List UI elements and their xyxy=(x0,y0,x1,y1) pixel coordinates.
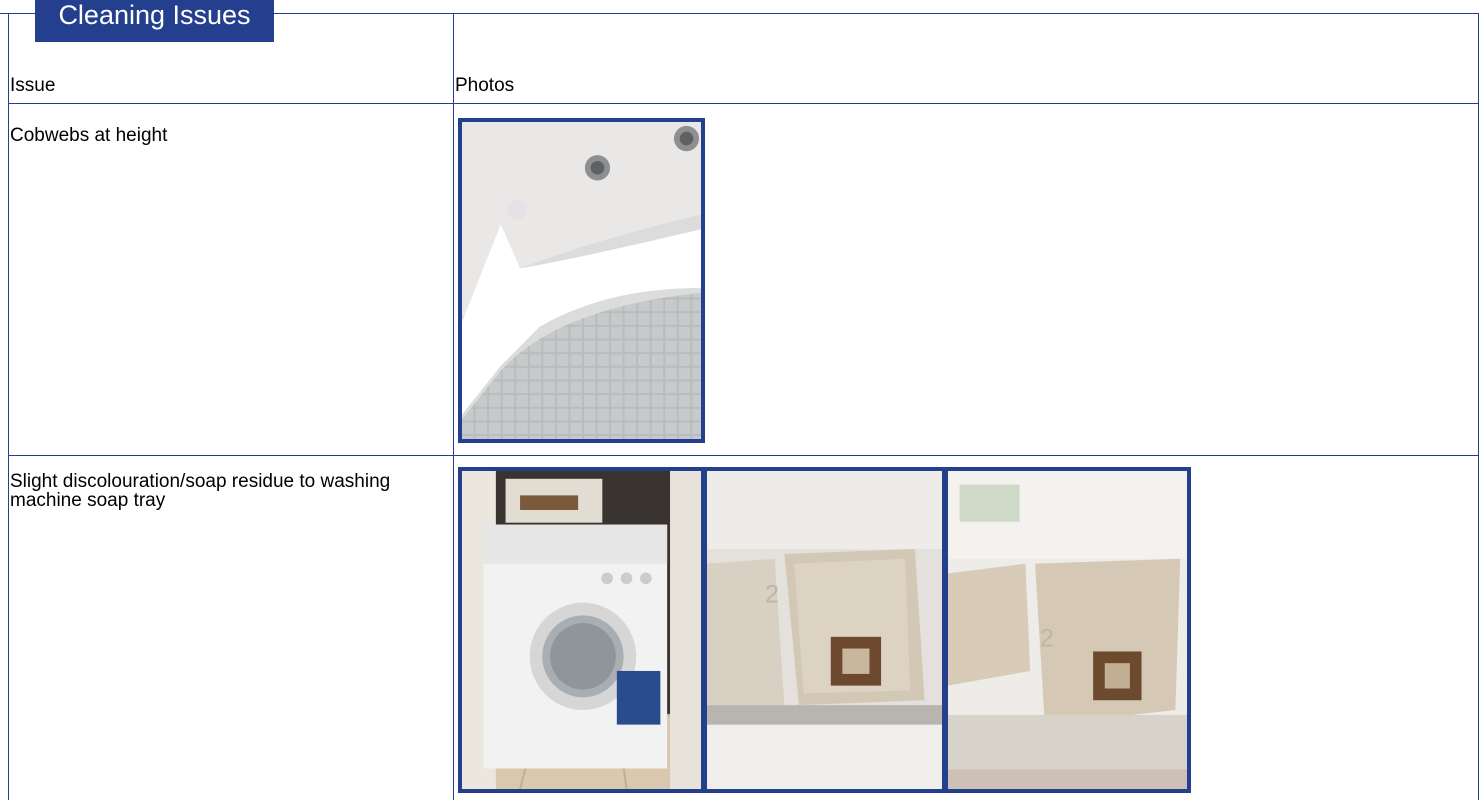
photo-image: 2 xyxy=(707,471,942,789)
soap-tray-closeup-photo[interactable]: 2 xyxy=(944,467,1191,793)
table-top-border xyxy=(274,13,1479,14)
table-top-border xyxy=(0,13,35,14)
soap-tray-photo[interactable]: 2 xyxy=(703,467,946,793)
issue-text: Cobwebs at height xyxy=(10,125,168,146)
header-photos: Photos xyxy=(455,75,515,96)
svg-text:2: 2 xyxy=(1040,624,1054,652)
issue-text: Slight discolouration/soap residue to wa… xyxy=(10,471,391,511)
row-divider xyxy=(8,455,1479,456)
svg-text:2: 2 xyxy=(765,581,779,609)
ceiling-cobwebs-photo[interactable] xyxy=(458,118,705,443)
column-divider xyxy=(453,13,454,800)
header-issue: Issue xyxy=(10,75,56,96)
photo-image xyxy=(462,122,701,439)
section-title: Cleaning Issues xyxy=(35,0,274,42)
photo-image: 2 xyxy=(948,471,1187,789)
photo-image xyxy=(462,471,701,789)
washing-machine-photo[interactable] xyxy=(458,467,705,793)
header-row-divider xyxy=(8,103,1479,104)
table-left-border xyxy=(8,13,9,800)
report-page: Cleaning Issues Issue Photos Cobwebs at … xyxy=(0,0,1479,800)
